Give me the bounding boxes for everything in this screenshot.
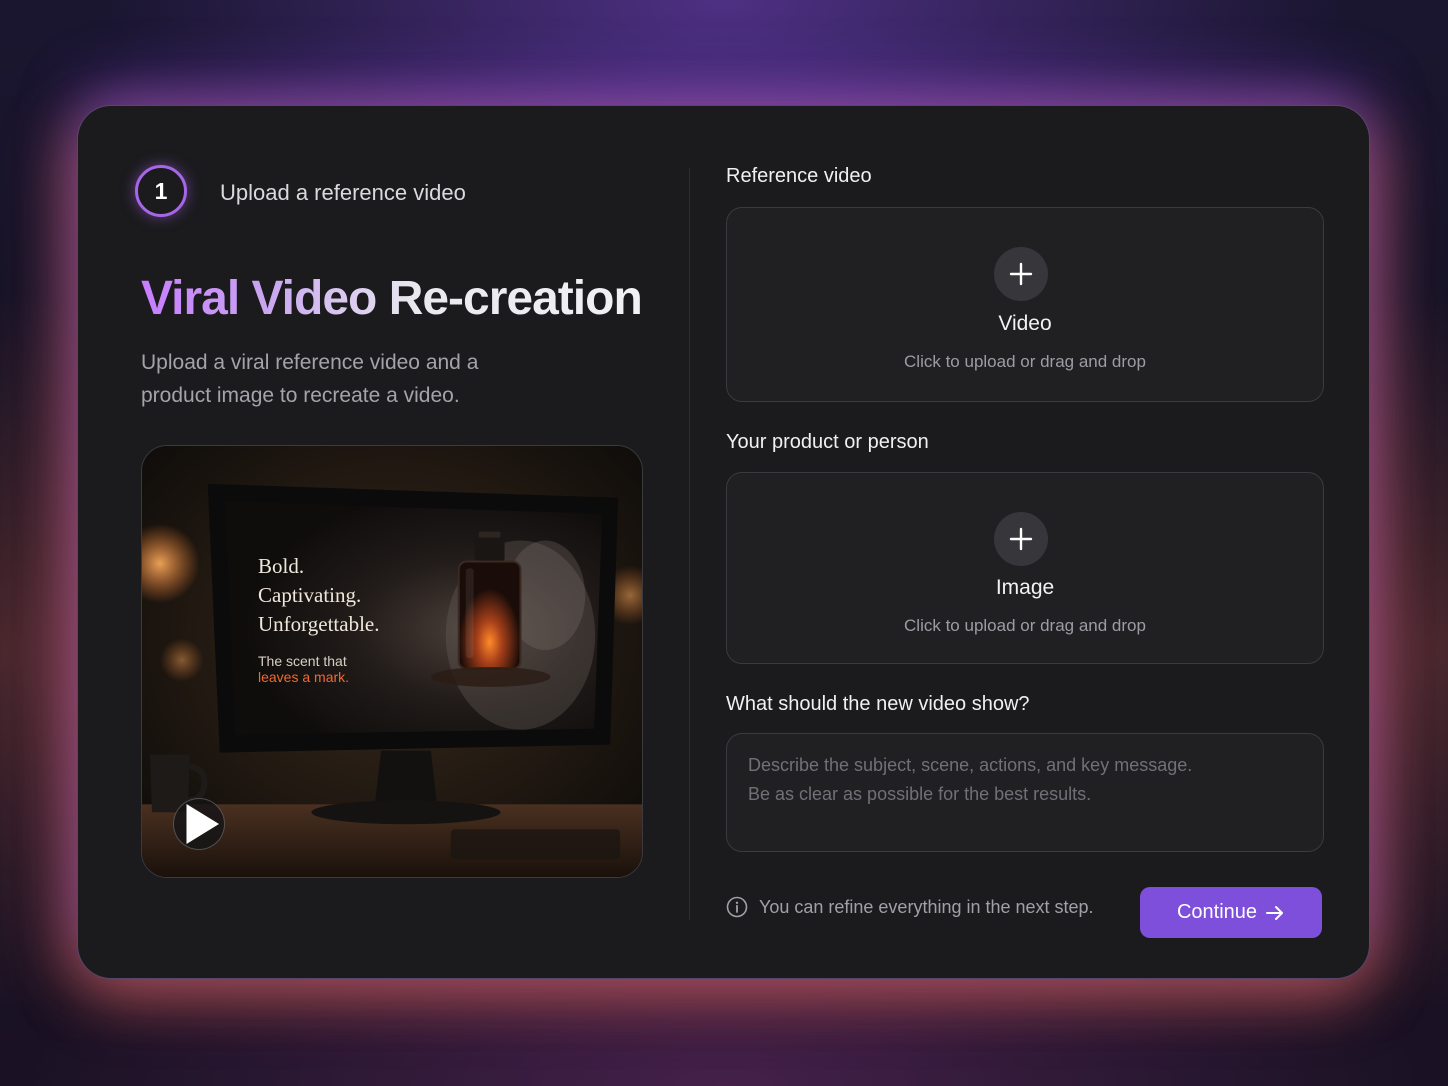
info-text: You can refine everything in the next st… [759, 896, 1094, 917]
wizard-card: 1 Upload a reference video Viral Video R… [77, 105, 1370, 979]
reference-video-label: Reference video [726, 165, 872, 187]
info-icon [726, 896, 748, 918]
prompt-label: What should the new video show? [726, 693, 1030, 715]
prompt-textarea[interactable] [726, 733, 1324, 852]
continue-button[interactable]: Continue [1140, 887, 1322, 938]
preview-tagline-1: The scent that [258, 653, 347, 669]
video-upload-hint: Click to upload or drag and drop [904, 352, 1146, 371]
video-preview[interactable]: Bold. Captivating. Unforgettable. The sc… [141, 445, 643, 878]
column-divider [689, 168, 690, 920]
info-note: You can refine everything in the next st… [726, 896, 1094, 918]
image-upload-hint: Click to upload or drag and drop [904, 616, 1146, 635]
page-subtitle: Upload a viral reference video and a pro… [141, 351, 479, 407]
preview-screen-text: Bold. Captivating. Unforgettable. The sc… [258, 552, 380, 685]
image-upload-title: Image [995, 576, 1055, 599]
image-upload-dropzone[interactable]: Image Click to upload or drag and drop [726, 472, 1324, 664]
product-label: Your product or person [726, 431, 929, 453]
plus-icon [1009, 527, 1033, 551]
video-upload-dropzone[interactable]: Video Click to upload or drag and drop [726, 207, 1324, 402]
page-title: Viral Video Re-creation [141, 272, 643, 325]
preview-headline-2: Captivating. [258, 583, 362, 607]
video-upload-title: Video [998, 312, 1052, 335]
step-number-badge: 1 [135, 165, 187, 217]
image-upload-plus-button[interactable] [994, 512, 1048, 566]
plus-icon [1009, 262, 1033, 286]
video-upload-plus-button[interactable] [994, 247, 1048, 301]
preview-headline-3: Unforgettable. [258, 612, 380, 636]
continue-label: Continue [1176, 901, 1258, 923]
play-button[interactable] [173, 798, 225, 850]
preview-tagline-2: leaves a mark. [258, 669, 350, 685]
arrow-right-icon [1265, 905, 1285, 921]
step-label: Upload a reference video [220, 180, 466, 205]
preview-headline-1: Bold. [258, 554, 305, 578]
